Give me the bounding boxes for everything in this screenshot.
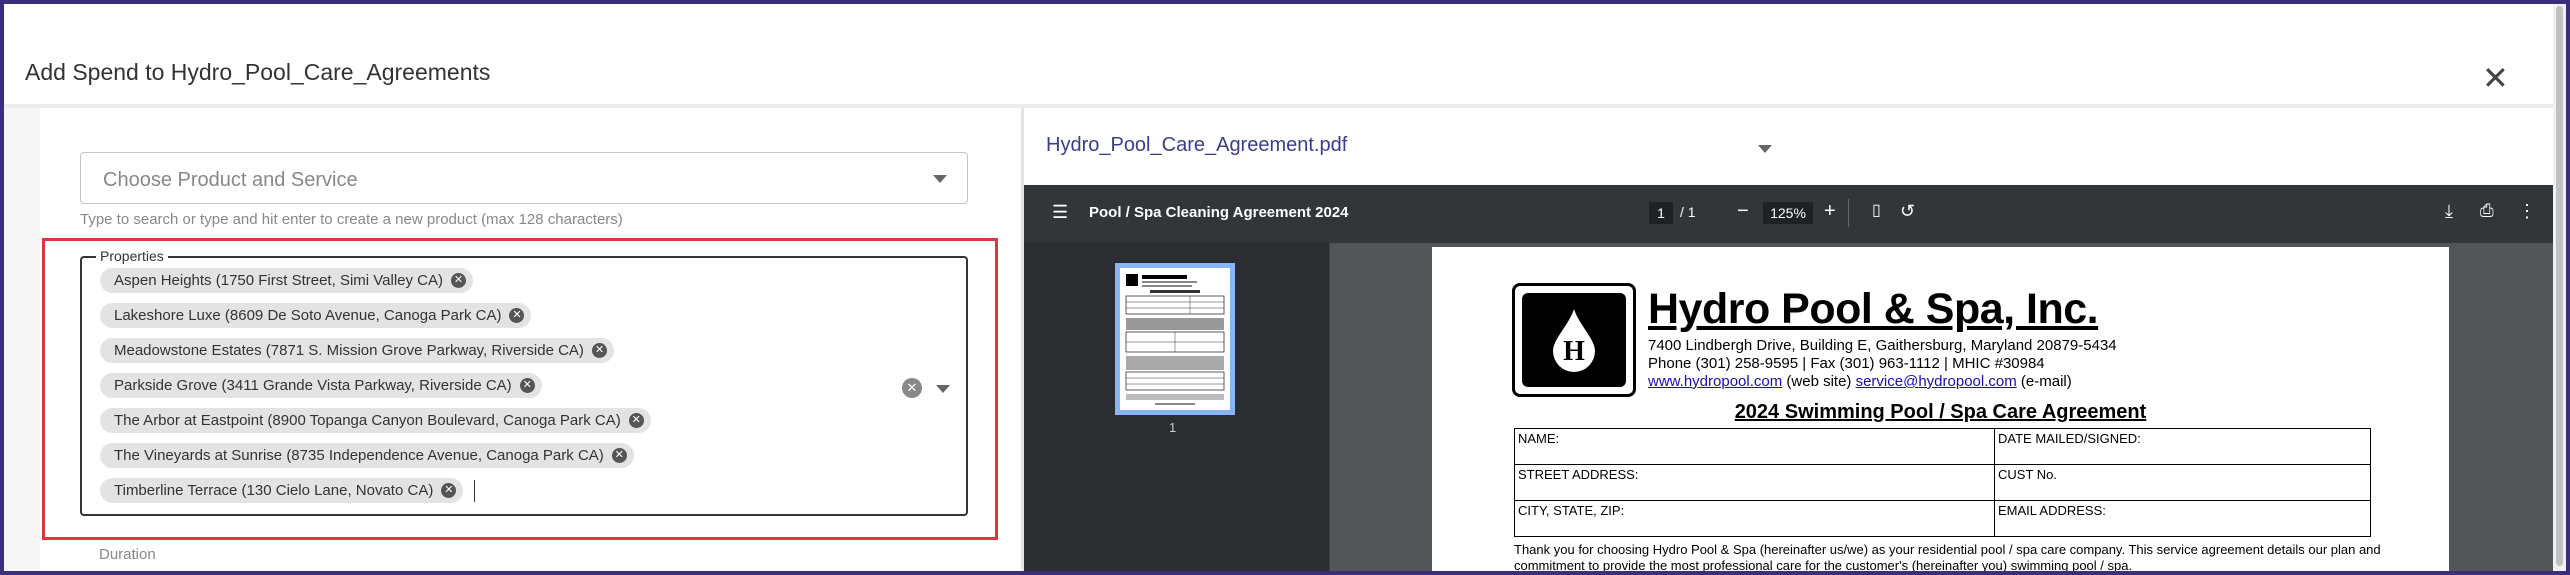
pdf-viewer: 1 H Hydro Pool & Spa, Inc. 7400 Lindberg…	[1024, 243, 2553, 571]
page-number-input[interactable]: 1	[1649, 202, 1673, 224]
zoom-out-icon[interactable]: −	[1737, 200, 1749, 222]
dialog-header: Add Spend to Hydro_Pool_Care_Agreements …	[4, 4, 2553, 108]
add-spend-dialog: Add Spend to Hydro_Pool_Care_Agreements …	[4, 4, 2553, 571]
water-drop-icon: H	[1553, 309, 1595, 372]
remove-chip-icon[interactable]: ✕	[441, 483, 457, 498]
property-chip-label: Meadowstone Estates (7871 S. Mission Gro…	[114, 342, 584, 359]
page-total: / 1	[1680, 204, 1696, 220]
cust-cell: CUST No.	[1994, 464, 2371, 501]
company-logo: H	[1512, 283, 1636, 397]
property-chip: Timberline Terrace (130 Cielo Lane, Nova…	[100, 478, 464, 503]
property-chip-label: The Vineyards at Sunrise (8735 Independe…	[114, 447, 604, 464]
remove-chip-icon[interactable]: ✕	[519, 378, 535, 393]
product-service-placeholder: Choose Product and Service	[103, 169, 358, 191]
property-chip: Parkside Grove (3411 Grande Vista Parkwa…	[100, 373, 542, 398]
customer-info-table: NAME: DATE MAILED/SIGNED: STREET ADDRESS…	[1514, 428, 2371, 537]
remove-chip-icon[interactable]: ✕	[451, 273, 467, 288]
email-suffix: (e-mail)	[2016, 373, 2072, 390]
email-cell: EMAIL ADDRESS:	[1994, 500, 2371, 537]
property-chip: Meadowstone Estates (7871 S. Mission Gro…	[100, 338, 614, 363]
pdf-doc-title: Pool / Spa Cleaning Agreement 2024	[1089, 204, 1349, 221]
property-chip-label: Aspen Heights (1750 First Street, Simi V…	[114, 272, 444, 289]
company-name: Hydro Pool & Spa, Inc.	[1648, 285, 2099, 333]
properties-label: Properties	[96, 248, 168, 264]
email-label: EMAIL ADDRESS:	[1998, 503, 2106, 518]
property-chip: Lakeshore Luxe (8609 De Soto Avenue, Can…	[100, 303, 532, 328]
property-chip: Aspen Heights (1750 First Street, Simi V…	[100, 268, 474, 293]
properties-multiselect[interactable]: Properties Aspen Heights (1750 First Str…	[80, 248, 968, 516]
thumbnail-sidebar: 1	[1024, 243, 1330, 571]
thumbnail-preview	[1125, 274, 1225, 405]
cust-label: CUST No.	[1998, 467, 2057, 482]
svg-text:H: H	[1563, 336, 1585, 367]
street-cell: STREET ADDRESS:	[1514, 464, 1995, 501]
company-address: 7400 Lindbergh Drive, Building E, Gaithe…	[1648, 337, 2117, 354]
property-chip: The Arbor at Eastpoint (8900 Topanga Can…	[100, 408, 651, 433]
chevron-down-icon[interactable]	[933, 175, 947, 183]
fit-page-icon[interactable]: ▯	[1872, 200, 1881, 222]
zoom-level-input[interactable]: 125%	[1763, 202, 1813, 224]
duration-label: Duration	[99, 546, 156, 563]
print-icon[interactable]: ⎙	[2480, 200, 2494, 222]
remove-chip-icon[interactable]: ✕	[509, 308, 525, 323]
property-chip: The Vineyards at Sunrise (8735 Independe…	[100, 443, 634, 468]
product-hint: Type to search or type and hit enter to …	[80, 211, 623, 228]
remove-chip-icon[interactable]: ✕	[611, 448, 627, 463]
pdf-toolbar: ☰ Pool / Spa Cleaning Agreement 2024 1 /…	[1024, 185, 2553, 243]
pdf-page: H Hydro Pool & Spa, Inc. 7400 Lindbergh …	[1432, 247, 2449, 571]
city-cell: CITY, STATE, ZIP:	[1514, 500, 1995, 537]
file-select[interactable]: Hydro_Pool_Care_Agreement.pdf	[1046, 134, 1347, 157]
company-phone: Phone (301) 258-9595 | Fax (301) 963-111…	[1648, 355, 2045, 372]
text-cursor	[474, 480, 475, 502]
thumbnail-page-number: 1	[1169, 420, 1177, 435]
product-service-select[interactable]: Choose Product and Service	[80, 152, 968, 204]
street-label: STREET ADDRESS:	[1518, 467, 1639, 482]
more-options-icon[interactable]: ⋮	[2518, 200, 2536, 222]
download-icon[interactable]: ⤓	[2445, 200, 2453, 222]
close-icon[interactable]: ✕	[2482, 62, 2509, 94]
remove-chip-icon[interactable]: ✕	[591, 343, 607, 358]
email-link[interactable]: service@hydropool.com	[1856, 373, 2017, 390]
clear-all-icon[interactable]: ✕	[902, 378, 922, 398]
document-panel: Hydro_Pool_Care_Agreement.pdf ☰ Pool / S…	[1024, 108, 2553, 571]
property-chip-label: Parkside Grove (3411 Grande Vista Parkwa…	[114, 377, 512, 394]
file-name: Hydro_Pool_Care_Agreement.pdf	[1046, 134, 1348, 156]
remove-chip-icon[interactable]: ✕	[628, 413, 644, 428]
menu-icon[interactable]: ☰	[1052, 202, 1068, 223]
property-chip-label: Lakeshore Luxe (8609 De Soto Avenue, Can…	[114, 307, 502, 324]
company-links: www.hydropool.com (web site) service@hyd…	[1648, 373, 2072, 390]
dialog-title: Add Spend to Hydro_Pool_Care_Agreements	[25, 59, 491, 85]
name-label: NAME:	[1518, 431, 1560, 446]
page-scrollbar[interactable]	[2553, 4, 2566, 571]
website-suffix: (web site)	[1782, 373, 1856, 390]
page-thumbnail[interactable]	[1115, 263, 1235, 415]
agreement-title: 2024 Swimming Pool / Spa Care Agreement	[1734, 401, 2147, 423]
date-cell: DATE MAILED/SIGNED:	[1994, 428, 2371, 465]
rotate-icon[interactable]: ↺	[1900, 200, 1915, 222]
website-link[interactable]: www.hydropool.com	[1648, 373, 1782, 390]
zoom-in-icon[interactable]: +	[1824, 200, 1836, 222]
chevron-down-icon[interactable]	[936, 385, 950, 393]
city-label: CITY, STATE, ZIP:	[1518, 503, 1625, 518]
chevron-down-icon[interactable]	[1758, 145, 1772, 153]
date-label: DATE MAILED/SIGNED:	[1998, 431, 2141, 446]
property-chip-label: The Arbor at Eastpoint (8900 Topanga Can…	[114, 412, 621, 429]
toolbar-separator	[1848, 199, 1849, 227]
scrollbar-thumb[interactable]	[2556, 6, 2563, 566]
agreement-intro: Thank you for choosing Hydro Pool & Spa …	[1514, 542, 2381, 571]
name-cell: NAME:	[1514, 428, 1995, 465]
property-chip-label: Timberline Terrace (130 Cielo Lane, Nova…	[114, 482, 434, 499]
